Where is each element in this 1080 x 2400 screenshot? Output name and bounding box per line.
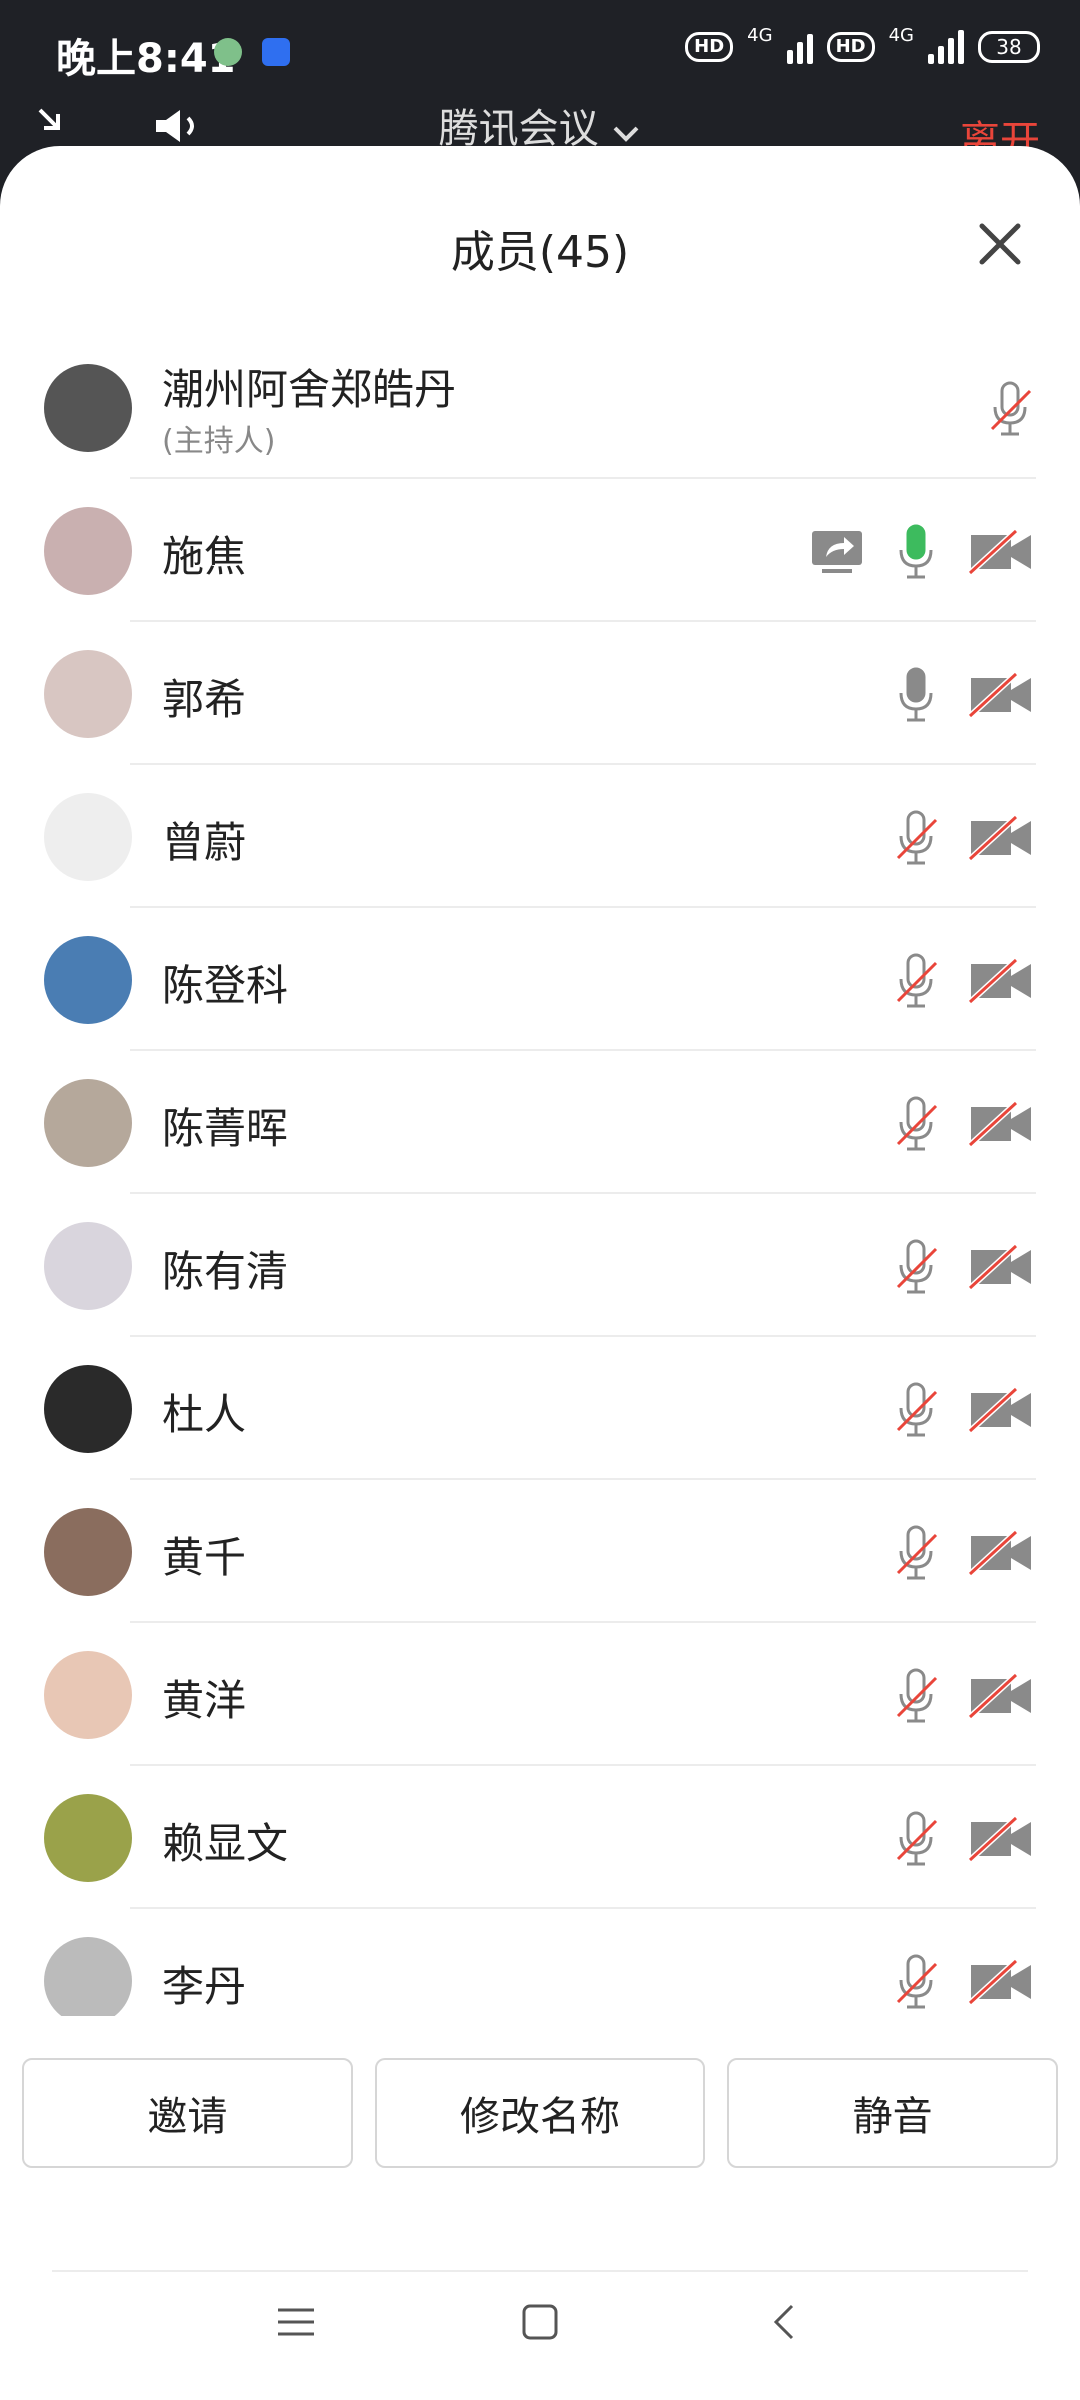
avatar [44,936,132,1024]
network-type: 4G [747,24,773,46]
network-type-2: 4G [888,24,914,46]
status-indicators: HD 4G HD 4G 38 [685,25,1040,64]
member-name: 郭希 [162,675,247,724]
mic-muted-icon[interactable] [892,1237,940,1297]
status-time: 晚上8:41 [56,36,236,82]
mic-muted-icon[interactable] [892,808,940,868]
members-list[interactable]: 潮州阿舍郑皓丹 (主持人) 施焦 郭希 曾蔚 陈登科 陈菁晖 陈有清 杜人 黄千… [0,336,1080,2016]
member-status-icons [892,1232,1034,1302]
member-status-icons [986,374,1034,444]
camera-off-icon[interactable] [968,670,1034,720]
mic-icon[interactable] [892,522,940,582]
hd-voice-icon-2: HD [826,32,875,62]
back-icon[interactable] [764,2300,808,2348]
signal-icon [786,30,813,64]
nav-divider [52,2270,1028,2272]
member-name: 陈菁晖 [162,1104,289,1153]
mic-muted-icon[interactable] [892,951,940,1011]
member-status-icons [892,1518,1034,1588]
avatar [44,1508,132,1596]
close-icon[interactable] [976,220,1024,268]
member-name: 杜人 [162,1390,247,1439]
mic-muted-icon[interactable] [892,1094,940,1154]
member-row[interactable]: 黄千 [0,1480,1080,1623]
member-row[interactable]: 陈登科 [0,908,1080,1051]
hd-voice-icon: HD [685,32,734,62]
mic-muted-icon[interactable] [986,379,1034,439]
member-row[interactable]: 曾蔚 [0,765,1080,908]
member-row[interactable]: 李丹 [0,1909,1080,2016]
avatar [44,793,132,881]
avatar [44,650,132,738]
battery-icon: 38 [978,31,1040,63]
home-icon[interactable] [518,2300,562,2348]
member-name: 陈有清 [162,1247,289,1296]
notification-app-icon [214,38,242,66]
mic-muted-icon[interactable] [892,1666,940,1726]
camera-off-icon[interactable] [968,1385,1034,1435]
member-row[interactable]: 陈有清 [0,1194,1080,1337]
system-nav-bar [0,2300,1080,2370]
mic-muted-icon[interactable] [892,1809,940,1869]
member-status-icons [892,660,1034,730]
member-status-icons [892,1947,1034,2016]
camera-off-icon[interactable] [968,1099,1034,1149]
avatar [44,1937,132,2016]
camera-off-icon[interactable] [968,956,1034,1006]
member-name: 黄洋 [162,1676,247,1725]
member-status-icons [892,1375,1034,1445]
member-name: 李丹 [162,1962,247,2011]
member-row[interactable]: 潮州阿舍郑皓丹 (主持人) [0,336,1080,479]
avatar [44,1651,132,1739]
mic-muted-icon[interactable] [892,1523,940,1583]
members-panel: 成员(45) 潮州阿舍郑皓丹 (主持人) 施焦 郭希 曾蔚 陈登科 陈菁晖 陈有… [0,146,1080,2400]
member-name: 施焦 [162,532,247,581]
member-status-icons [810,517,1034,587]
member-row[interactable]: 黄洋 [0,1623,1080,1766]
avatar [44,1079,132,1167]
member-status-icons [892,946,1034,1016]
action-bar: 邀请 修改名称 静音 [22,2058,1059,2168]
camera-off-icon[interactable] [968,813,1034,863]
member-name: 陈登科 [162,961,289,1010]
member-status-icons [892,1804,1034,1874]
invite-button[interactable]: 邀请 [22,2058,353,2168]
camera-off-icon[interactable] [968,1814,1034,1864]
camera-off-icon[interactable] [968,527,1034,577]
menu-icon[interactable] [274,2300,318,2348]
member-status-icons [892,803,1034,873]
camera-off-icon[interactable] [968,1671,1034,1721]
member-row[interactable]: 施焦 [0,479,1080,622]
mic-muted-icon[interactable] [892,1952,940,2012]
signal-icon-2 [928,30,964,64]
member-role: (主持人) [162,424,276,459]
status-bar: 晚上8:41 HD 4G HD 4G 38 [0,0,1080,100]
avatar [44,1365,132,1453]
member-status-icons [892,1661,1034,1731]
member-status-icons [892,1089,1034,1159]
screen-share-icon [810,529,864,575]
member-row[interactable]: 陈菁晖 [0,1051,1080,1194]
camera-off-icon[interactable] [968,1528,1034,1578]
member-name: 曾蔚 [162,818,247,867]
member-row[interactable]: 赖显文 [0,1766,1080,1909]
member-name: 黄千 [162,1533,247,1582]
member-row[interactable]: 郭希 [0,622,1080,765]
member-name: 潮州阿舍郑皓丹 [162,365,457,414]
avatar [44,364,132,452]
mic-muted-icon[interactable] [892,1380,940,1440]
tencent-meeting-notification-icon [262,38,290,66]
panel-title: 成员(45) [450,227,630,278]
camera-off-icon[interactable] [968,1957,1034,2007]
camera-off-icon[interactable] [968,1242,1034,1292]
avatar [44,1222,132,1310]
member-name: 赖显文 [162,1819,289,1868]
avatar [44,507,132,595]
mic-icon[interactable] [892,665,940,725]
mute-all-button[interactable]: 静音 [727,2058,1059,2168]
avatar [44,1794,132,1882]
rename-button[interactable]: 修改名称 [374,2058,706,2168]
member-row[interactable]: 杜人 [0,1337,1080,1480]
